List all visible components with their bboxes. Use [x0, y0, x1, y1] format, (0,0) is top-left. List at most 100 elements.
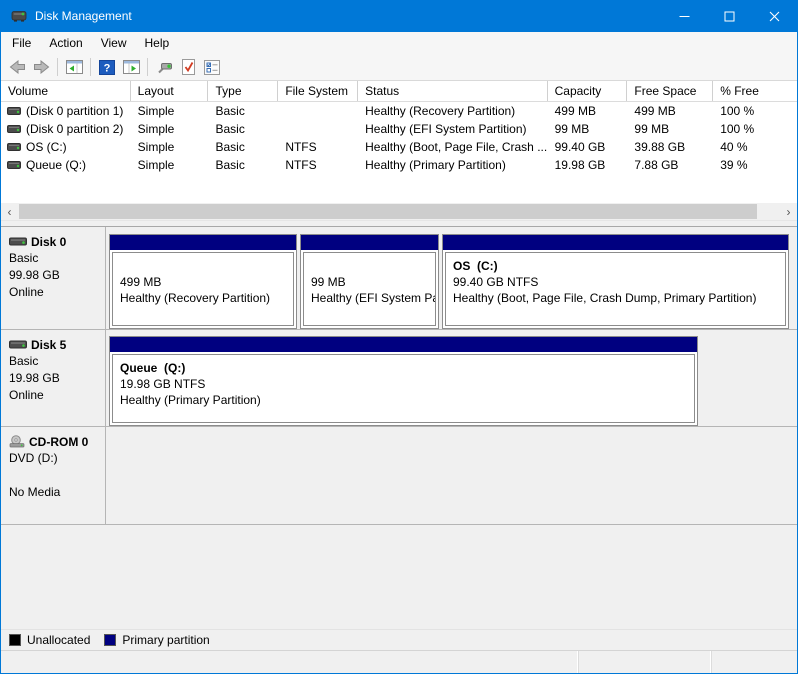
cdrom0-label-panel[interactable]: CD-ROM 0 DVD (D:) No Media [1, 427, 106, 524]
disk-row-disk5: Disk 5 Basic 19.98 GB Online Queue (Q:) … [1, 330, 797, 427]
partition-status: Healthy (Recovery Partition) [120, 290, 293, 306]
toolbar-separator [90, 58, 91, 76]
status-cell: Healthy (Boot, Page File, Crash ... [358, 138, 548, 156]
column-header-pct-free[interactable]: % Free [713, 81, 797, 101]
window-title: Disk Management [35, 9, 662, 23]
partition-status: Healthy (EFI System Partition) [311, 290, 435, 306]
partition-title: OS (C:) [453, 258, 785, 274]
status-cell: Healthy (Primary Partition) [358, 156, 548, 174]
table-empty-space [1, 174, 797, 203]
graphical-view-empty-space [1, 525, 797, 629]
column-header-file-system[interactable]: File System [278, 81, 358, 101]
layout-cell: Simple [131, 138, 209, 156]
column-header-status[interactable]: Status [358, 81, 548, 101]
table-row[interactable]: (Disk 0 partition 1) Simple Basic Health… [1, 102, 797, 120]
column-header-layout[interactable]: Layout [131, 81, 209, 101]
document-check-icon[interactable] [176, 56, 200, 78]
menu-help[interactable]: Help [136, 32, 179, 54]
layout-cell: Simple [131, 102, 209, 120]
file-system-cell [278, 102, 358, 120]
partition-status: Healthy (Boot, Page File, Crash Dump, Pr… [453, 290, 785, 306]
volume-list: Volume Layout Type File System Status Ca… [1, 81, 797, 220]
graphical-view: Disk 0 Basic 99.98 GB Online 499 MB Heal… [1, 227, 797, 629]
partition-title [311, 258, 435, 274]
volume-cell: (Disk 0 partition 1) [1, 102, 131, 120]
disk-icon [9, 339, 27, 350]
minimize-button[interactable] [662, 0, 707, 32]
volume-name: Queue (Q:) [26, 156, 86, 174]
volume-name: (Disk 0 partition 1) [26, 102, 123, 120]
volume-name: (Disk 0 partition 2) [26, 120, 123, 138]
disk5-label-panel[interactable]: Disk 5 Basic 19.98 GB Online [1, 330, 106, 426]
partition-os-c[interactable]: OS (C:) 99.40 GB NTFS Healthy (Boot, Pag… [442, 234, 789, 329]
checklist-icon[interactable] [200, 56, 224, 78]
disk-name-label: CD-ROM 0 [29, 435, 88, 449]
partition-efi[interactable]: 99 MB Healthy (EFI System Partition) [300, 234, 439, 329]
menu-bar: File Action View Help [1, 32, 797, 54]
svg-text:?: ? [104, 62, 111, 74]
menu-view[interactable]: View [92, 32, 136, 54]
partition-size: 99.40 GB NTFS [453, 274, 785, 290]
capacity-cell: 99.40 GB [548, 138, 628, 156]
forward-icon[interactable] [29, 56, 53, 78]
free-space-cell: 39.88 GB [627, 138, 713, 156]
volume-cell: OS (C:) [1, 138, 131, 156]
type-cell: Basic [208, 102, 278, 120]
file-system-cell [278, 120, 358, 138]
back-icon[interactable] [5, 56, 29, 78]
partition-recovery[interactable]: 499 MB Healthy (Recovery Partition) [109, 234, 297, 329]
disk-state-label: No Media [9, 484, 101, 501]
partition-color-bar [110, 337, 697, 352]
partition-status: Healthy (Primary Partition) [120, 392, 694, 408]
scrollbar-track[interactable] [18, 203, 780, 220]
partition-size: 499 MB [120, 274, 293, 290]
pct-free-cell: 40 % [713, 138, 797, 156]
action-pane-icon[interactable] [119, 56, 143, 78]
status-cell: Healthy (Recovery Partition) [358, 102, 548, 120]
type-cell: Basic [208, 120, 278, 138]
volume-icon [7, 160, 21, 170]
volume-cell: (Disk 0 partition 2) [1, 120, 131, 138]
volume-icon [7, 142, 21, 152]
column-header-volume[interactable]: Volume [1, 81, 131, 101]
scroll-right-icon[interactable]: › [780, 203, 797, 220]
table-row[interactable]: OS (C:) Simple Basic NTFS Healthy (Boot,… [1, 138, 797, 156]
legend-bar: Unallocated Primary partition [1, 629, 797, 650]
status-segment [712, 651, 797, 673]
type-cell: Basic [208, 138, 278, 156]
menu-action[interactable]: Action [40, 32, 91, 54]
partition-color-bar [110, 235, 296, 250]
title-bar: Disk Management [1, 0, 797, 32]
column-header-capacity[interactable]: Capacity [548, 81, 628, 101]
scroll-left-icon[interactable]: ‹ [1, 203, 18, 220]
disk0-label-panel[interactable]: Disk 0 Basic 99.98 GB Online [1, 227, 106, 329]
status-bar [1, 650, 797, 673]
disk-icon [9, 236, 27, 247]
horizontal-scrollbar[interactable]: ‹ › [1, 203, 797, 220]
disk-kind-label: Basic [9, 250, 101, 267]
disk0-partitions: 499 MB Healthy (Recovery Partition) 99 M… [106, 227, 797, 329]
disk-name-label: Disk 5 [31, 338, 66, 352]
scrollbar-thumb[interactable] [19, 204, 757, 219]
column-header-type[interactable]: Type [208, 81, 278, 101]
pane-splitter[interactable] [1, 220, 797, 227]
partition-color-bar [301, 235, 438, 250]
disk-row-cdrom0: CD-ROM 0 DVD (D:) No Media [1, 427, 797, 525]
file-system-cell: NTFS [278, 156, 358, 174]
menu-file[interactable]: File [3, 32, 40, 54]
table-row[interactable]: (Disk 0 partition 2) Simple Basic Health… [1, 120, 797, 138]
maximize-button[interactable] [707, 0, 752, 32]
help-icon[interactable]: ? [95, 56, 119, 78]
refresh-tool-icon[interactable] [152, 56, 176, 78]
partition-queue-q[interactable]: Queue (Q:) 19.98 GB NTFS Healthy (Primar… [109, 336, 698, 426]
close-button[interactable] [752, 0, 797, 32]
layout-cell: Simple [131, 120, 209, 138]
partition-size: 19.98 GB NTFS [120, 376, 694, 392]
status-segment [1, 651, 579, 673]
disk-kind-label: Basic [9, 353, 101, 370]
console-tree-icon[interactable] [62, 56, 86, 78]
disk-drive-icon [11, 8, 27, 24]
capacity-cell: 499 MB [548, 102, 628, 120]
column-header-free-space[interactable]: Free Space [627, 81, 713, 101]
table-row[interactable]: Queue (Q:) Simple Basic NTFS Healthy (Pr… [1, 156, 797, 174]
